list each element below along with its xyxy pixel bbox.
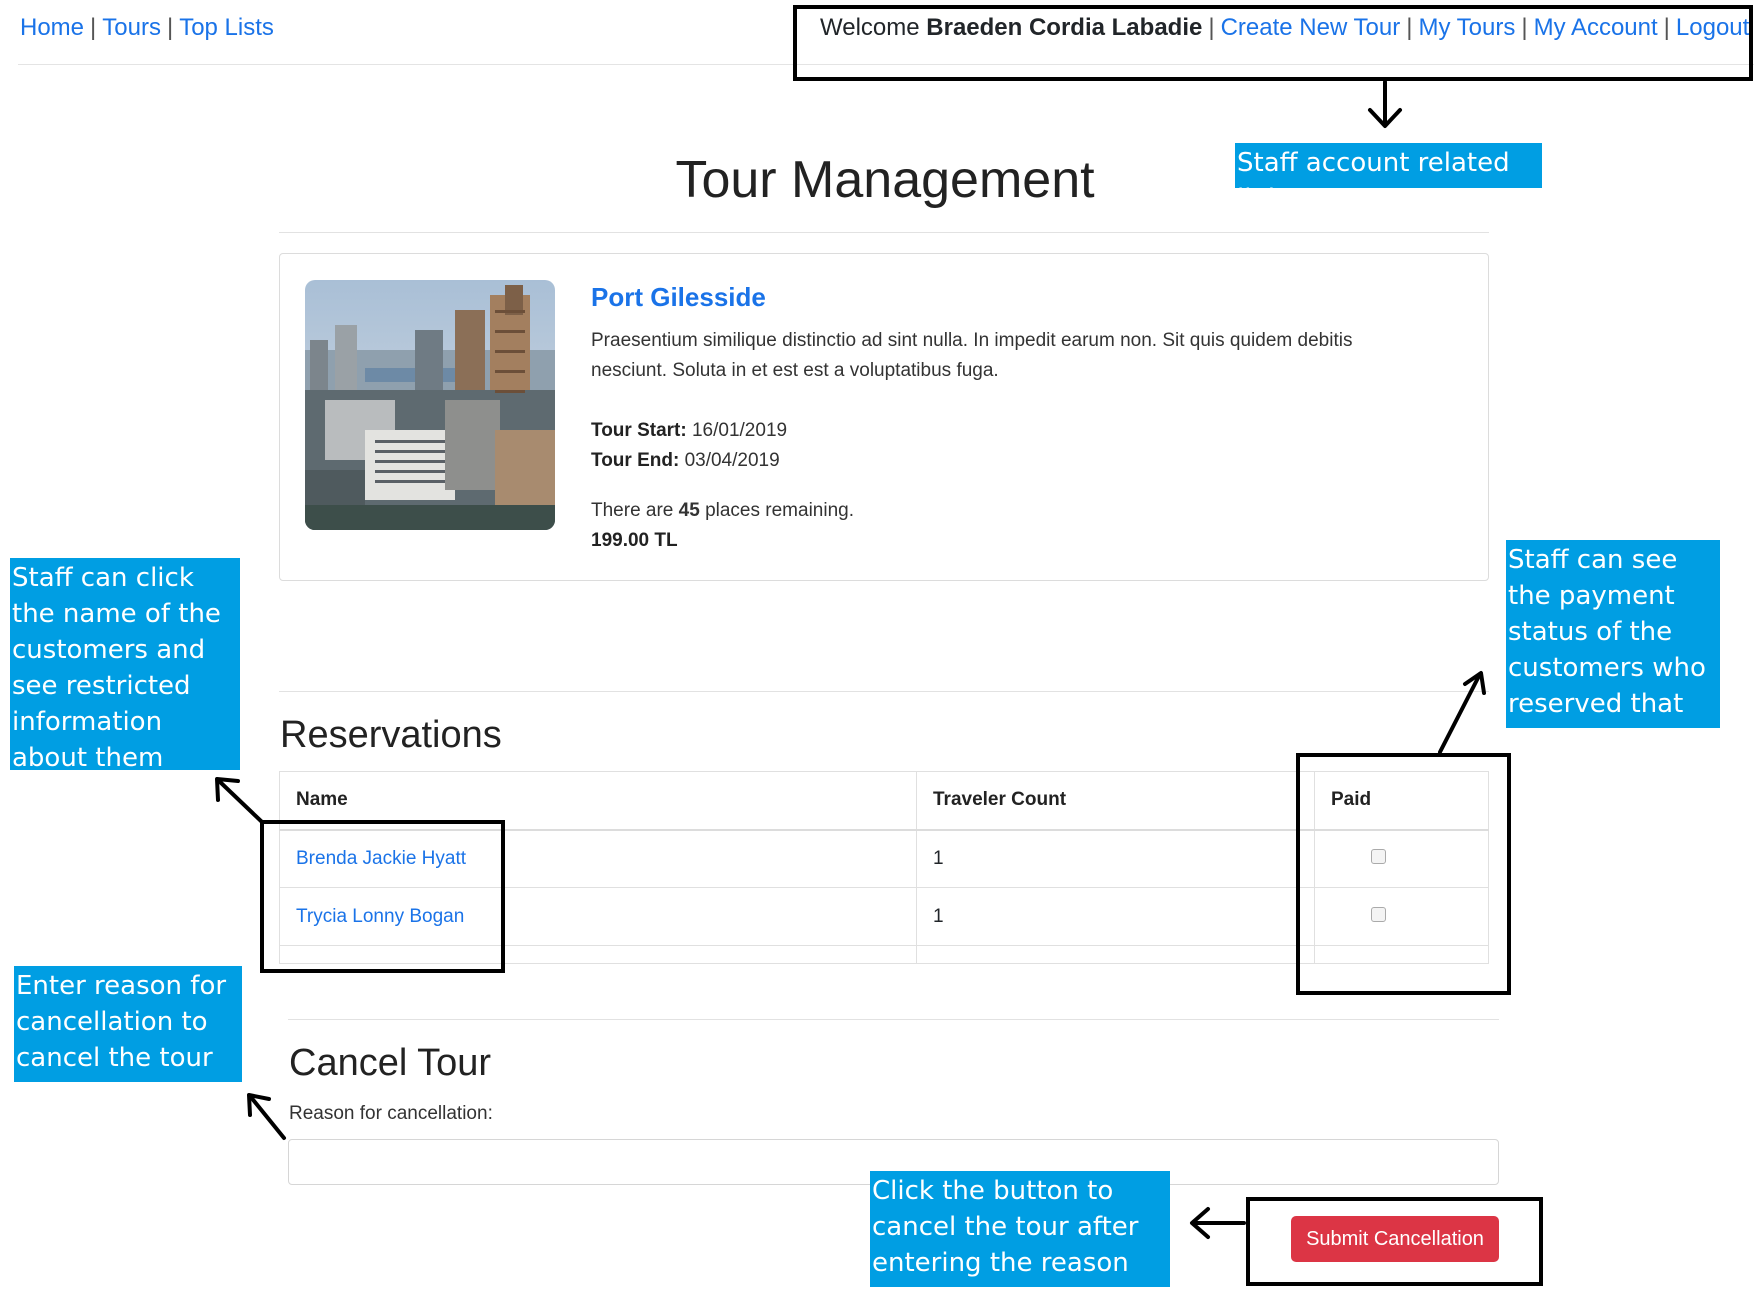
title-divider (279, 232, 1489, 233)
tour-photo (305, 280, 555, 530)
nav-tours-link[interactable]: Tours (102, 14, 161, 41)
tour-start: Tour Start: 16/01/2019 (591, 416, 787, 446)
tour-start-label: Tour Start: (591, 420, 687, 441)
arrow-up-left-icon (247, 1093, 286, 1140)
callout-submit-button: Click the button to cancel the tour afte… (870, 1171, 1170, 1287)
nav-separator: | (90, 14, 97, 41)
callout-cancel-reason: Enter reason for cancellation to cancel … (14, 966, 242, 1082)
tour-start-date: 16/01/2019 (691, 420, 788, 441)
callout-account-links: Staff account related links (1235, 143, 1542, 214)
traveler-count-cell: 1 (916, 829, 1315, 888)
tour-description: Praesentium similique distinctio ad sint… (591, 330, 1353, 381)
arrow-up-right-icon (1438, 671, 1486, 754)
callout-customer-names: Staff can click the name of the customer… (10, 558, 240, 773)
tour-end-date: 03/04/2019 (684, 450, 780, 471)
places-suffix: places remaining. (705, 500, 854, 521)
nav-top-lists-link[interactable]: Top Lists (179, 14, 274, 41)
places-count: 45 (678, 500, 700, 521)
arrow-up-left-icon (215, 777, 264, 824)
cancel-divider (288, 1019, 1499, 1020)
nav-home-link[interactable]: Home (20, 14, 84, 41)
tour-card: Port Gilesside Praesentium similique dis… (279, 253, 1489, 581)
account-links-frame (793, 5, 1753, 81)
column-header-traveler-count: Traveler Count (916, 771, 1315, 831)
reason-label: Reason for cancellation: (289, 1103, 493, 1124)
arrow-left-icon (1190, 1207, 1246, 1239)
tour-name-link[interactable]: Port Gilesside (591, 282, 766, 313)
traveler-count-cell: 1 (916, 887, 1315, 946)
tour-end-label: Tour End: (591, 450, 680, 471)
nav-separator: | (166, 14, 174, 41)
customer-names-frame (260, 820, 505, 973)
main-nav: Home | Tours | Top Lists (20, 14, 274, 42)
tour-dates: Tour Start: 16/01/2019 Tour End: 03/04/2… (591, 416, 787, 476)
places-remaining: There are 45 places remaining. (591, 496, 854, 526)
callout-payment-status: Staff can see the payment status of the … (1506, 540, 1720, 755)
arrow-down-icon (1368, 80, 1402, 128)
places-prefix: There are (591, 500, 674, 521)
tour-price: 199.00 TL (591, 530, 678, 551)
reservations-title: Reservations (280, 714, 502, 756)
reservations-divider (279, 691, 1489, 692)
paid-column-frame (1296, 753, 1511, 995)
city-skyline-image (305, 280, 555, 530)
tour-end: Tour End: 03/04/2019 (591, 446, 787, 476)
submit-button-frame (1246, 1197, 1543, 1286)
cancel-tour-title: Cancel Tour (289, 1042, 492, 1084)
